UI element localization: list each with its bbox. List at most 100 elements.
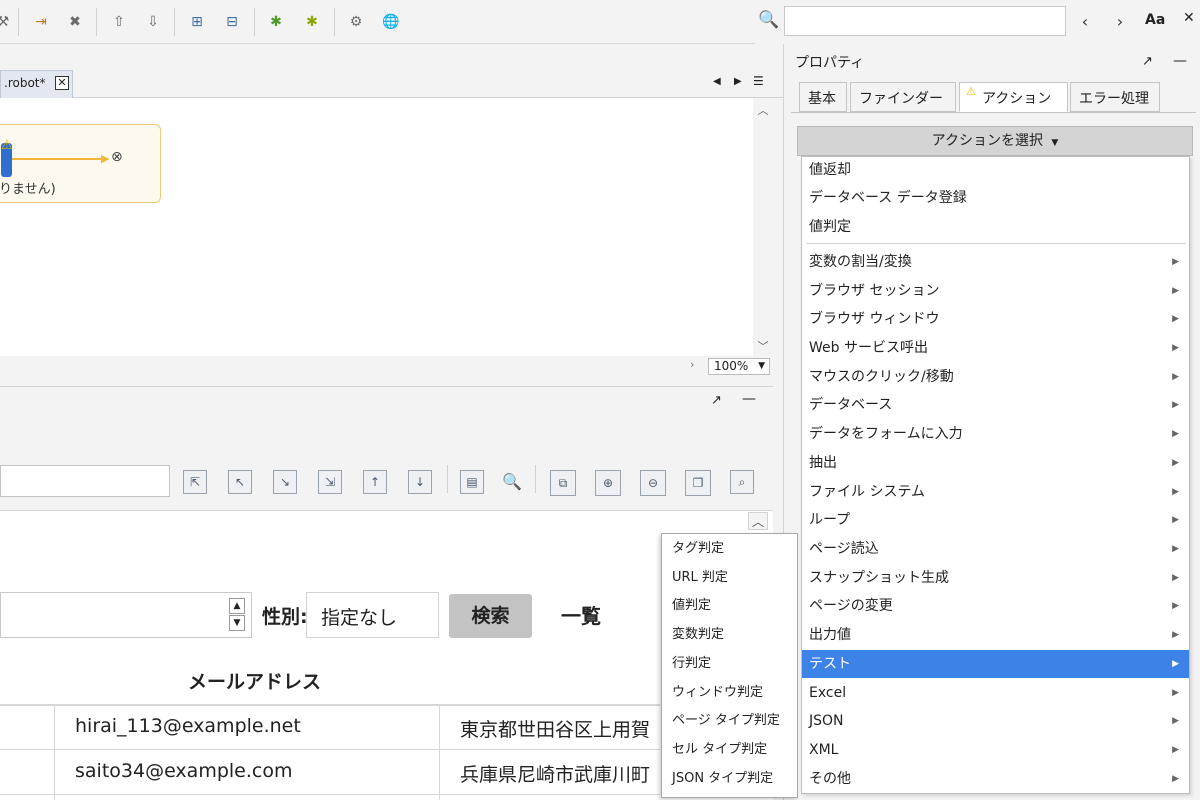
table-divider — [0, 749, 660, 750]
tab-finder[interactable]: ファインダー — [850, 82, 956, 112]
move-down-button-icon[interactable]: ↓ — [408, 470, 432, 494]
menu-item-web-service[interactable]: Web サービス呼出 ▶ — [802, 334, 1189, 362]
page-icon[interactable]: ▤ — [460, 470, 484, 494]
menu-item-browser-session[interactable]: ブラウザ セッション ▶ — [802, 277, 1189, 305]
submenu-item-value-check[interactable]: 値判定 — [662, 592, 797, 620]
toolbar-separator — [174, 8, 175, 36]
submenu-item-tag-check[interactable]: タグ判定 — [662, 535, 797, 563]
menu-item-other[interactable]: その他 ▶ — [802, 765, 1189, 793]
menu-item-output-value[interactable]: 出力値 ▶ — [802, 621, 1189, 649]
close-tab-icon[interactable]: ✕ — [55, 76, 69, 90]
tab-list-icon[interactable]: ☰ — [753, 74, 764, 88]
search-icon[interactable]: 🔍 — [758, 10, 779, 32]
flow-step-node[interactable]: ⚠ ▶ ⊗ りません) — [0, 124, 161, 203]
maximize-icon[interactable]: ↗ — [711, 393, 722, 408]
tab-action[interactable]: ⚠ アクション — [959, 82, 1068, 112]
age-input[interactable]: ▲ ▼ — [0, 592, 252, 638]
toolbar-separator — [334, 8, 335, 36]
scroll-tabs-left-icon[interactable]: ◀ — [713, 76, 721, 87]
match-case-button[interactable]: Aa — [1145, 12, 1165, 28]
submenu-arrow-icon: ▶ — [1172, 458, 1179, 468]
submenu-item-variable-check[interactable]: 変数判定 — [662, 621, 797, 649]
action-select-label: アクションを選択 — [931, 133, 1043, 149]
zoom-capture-icon[interactable]: ⌕ — [730, 470, 754, 494]
scroll-tabs-right-icon[interactable]: ▶ — [734, 76, 742, 87]
previous-match-icon[interactable]: ‹ — [1074, 10, 1096, 32]
menu-item-database-insert[interactable]: データベース データ登録 — [802, 184, 1189, 212]
increment-icon[interactable]: ▲ — [229, 598, 245, 614]
remove-capture-icon[interactable]: ⊖ — [640, 470, 666, 496]
toolbar-separator — [447, 465, 448, 493]
menu-item-page-load[interactable]: ページ読込 ▶ — [802, 535, 1189, 563]
submenu-arrow-icon: ▶ — [1172, 688, 1179, 698]
capture-icon[interactable]: ⧉ — [550, 470, 576, 496]
web-page-view — [0, 511, 773, 800]
decrement-icon[interactable]: ▼ — [229, 615, 245, 631]
menu-item-assign-variable[interactable]: 変数の割当/変換 ▶ — [802, 248, 1189, 276]
menu-item-json[interactable]: JSON ▶ — [802, 707, 1189, 735]
menu-item-return-value[interactable]: 値返却 — [802, 156, 1189, 184]
menu-item-extract[interactable]: 抽出 ▶ — [802, 449, 1189, 477]
submenu-item-url-check[interactable]: URL 判定 — [662, 564, 797, 592]
scroll-right-icon[interactable]: › — [690, 358, 694, 371]
menu-item-page-change[interactable]: ページの変更 ▶ — [802, 592, 1189, 620]
menu-item-loop[interactable]: ループ ▶ — [802, 506, 1189, 534]
menu-item-browser-window[interactable]: ブラウザ ウィンドウ ▶ — [802, 305, 1189, 333]
close-icon[interactable]: ✕ — [1183, 10, 1195, 26]
debug-icon[interactable]: ✱ — [265, 11, 287, 33]
nav-up-left-icon[interactable]: ↖ — [228, 470, 252, 494]
menu-item-file-system[interactable]: ファイル システム ▶ — [802, 478, 1189, 506]
globe-icon[interactable]: 🌐 — [380, 11, 402, 33]
menu-item-value-check[interactable]: 値判定 — [802, 213, 1189, 241]
menu-item-excel[interactable]: Excel ▶ — [802, 679, 1189, 707]
menu-item-database[interactable]: データベース ▶ — [802, 391, 1189, 419]
menu-item-form-input[interactable]: データをフォームに入力 ▶ — [802, 420, 1189, 448]
menu-item-mouse-click[interactable]: マウスのクリック/移動 ▶ — [802, 363, 1189, 391]
nav-first-icon[interactable]: ⇱ — [183, 470, 207, 494]
page-scroll-up-icon[interactable]: ︿ — [748, 512, 768, 530]
insert-step-icon[interactable]: ⇥ — [30, 11, 52, 33]
scroll-up-icon[interactable]: ︿ — [753, 102, 773, 118]
menu-item-test[interactable]: テスト ▶ — [802, 650, 1189, 678]
move-up-button-icon[interactable]: ↑ — [363, 470, 387, 494]
scroll-down-icon[interactable]: ﹀ — [753, 338, 773, 354]
url-input[interactable] — [0, 465, 170, 497]
editor-tab-robot[interactable]: .robot* ✕ — [0, 70, 73, 98]
search-input[interactable] — [784, 6, 1066, 36]
gender-select[interactable]: 指定なし — [306, 592, 439, 638]
list-link[interactable]: 一覧 — [561, 600, 601, 629]
minimize-icon[interactable]: — — [1173, 53, 1187, 69]
browser-pane-header: ↗ — — [0, 386, 773, 416]
next-match-icon[interactable]: › — [1109, 10, 1131, 32]
settings-icon[interactable]: ⚙ — [345, 11, 367, 33]
search-button[interactable]: 検索 — [449, 594, 532, 638]
debug-step-icon[interactable]: ✱ — [301, 11, 323, 33]
move-down-icon[interactable]: ⇩ — [142, 11, 164, 33]
expand-all-icon[interactable]: ⊞ — [186, 11, 208, 33]
tab-error-handling[interactable]: エラー処理 — [1070, 82, 1160, 112]
submenu-item-window-check[interactable]: ウィンドウ判定 — [662, 679, 797, 707]
menu-item-snapshot[interactable]: スナップショット生成 ▶ — [802, 564, 1189, 592]
submenu-item-cell-type-check[interactable]: セル タイプ判定 — [662, 736, 797, 764]
toolbar-partial-icon[interactable]: ⚒ — [0, 11, 14, 33]
remove-step-icon[interactable]: ✖ — [64, 11, 86, 33]
zoom-select[interactable]: 100% ▼ — [708, 358, 770, 375]
add-capture-icon[interactable]: ⊕ — [595, 470, 621, 496]
minimize-icon[interactable]: — — [742, 391, 756, 407]
nav-last-icon[interactable]: ⇲ — [318, 470, 342, 494]
collapse-all-icon[interactable]: ⊟ — [221, 11, 243, 33]
maximize-icon[interactable]: ↗ — [1142, 54, 1153, 69]
action-select-button[interactable]: アクションを選択 ▼ — [797, 126, 1193, 156]
multi-capture-icon[interactable]: ❐ — [685, 470, 711, 496]
tab-basic[interactable]: 基本 — [799, 82, 847, 112]
submenu-item-row-check[interactable]: 行判定 — [662, 650, 797, 678]
submenu-arrow-icon: ▶ — [1172, 343, 1179, 353]
editor-vertical-scrollbar[interactable]: ︿ ﹀ — [753, 98, 773, 356]
find-icon[interactable]: 🔍 — [502, 472, 522, 491]
nav-down-right-icon[interactable]: ↘ — [273, 470, 297, 494]
editor-horizontal-scrollbar[interactable]: › — [0, 356, 773, 376]
move-up-icon[interactable]: ⇧ — [108, 11, 130, 33]
menu-item-xml[interactable]: XML ▶ — [802, 736, 1189, 764]
submenu-item-page-type-check[interactable]: ページ タイプ判定 — [662, 707, 797, 735]
submenu-item-json-type-check[interactable]: JSON タイプ判定 — [662, 765, 797, 793]
